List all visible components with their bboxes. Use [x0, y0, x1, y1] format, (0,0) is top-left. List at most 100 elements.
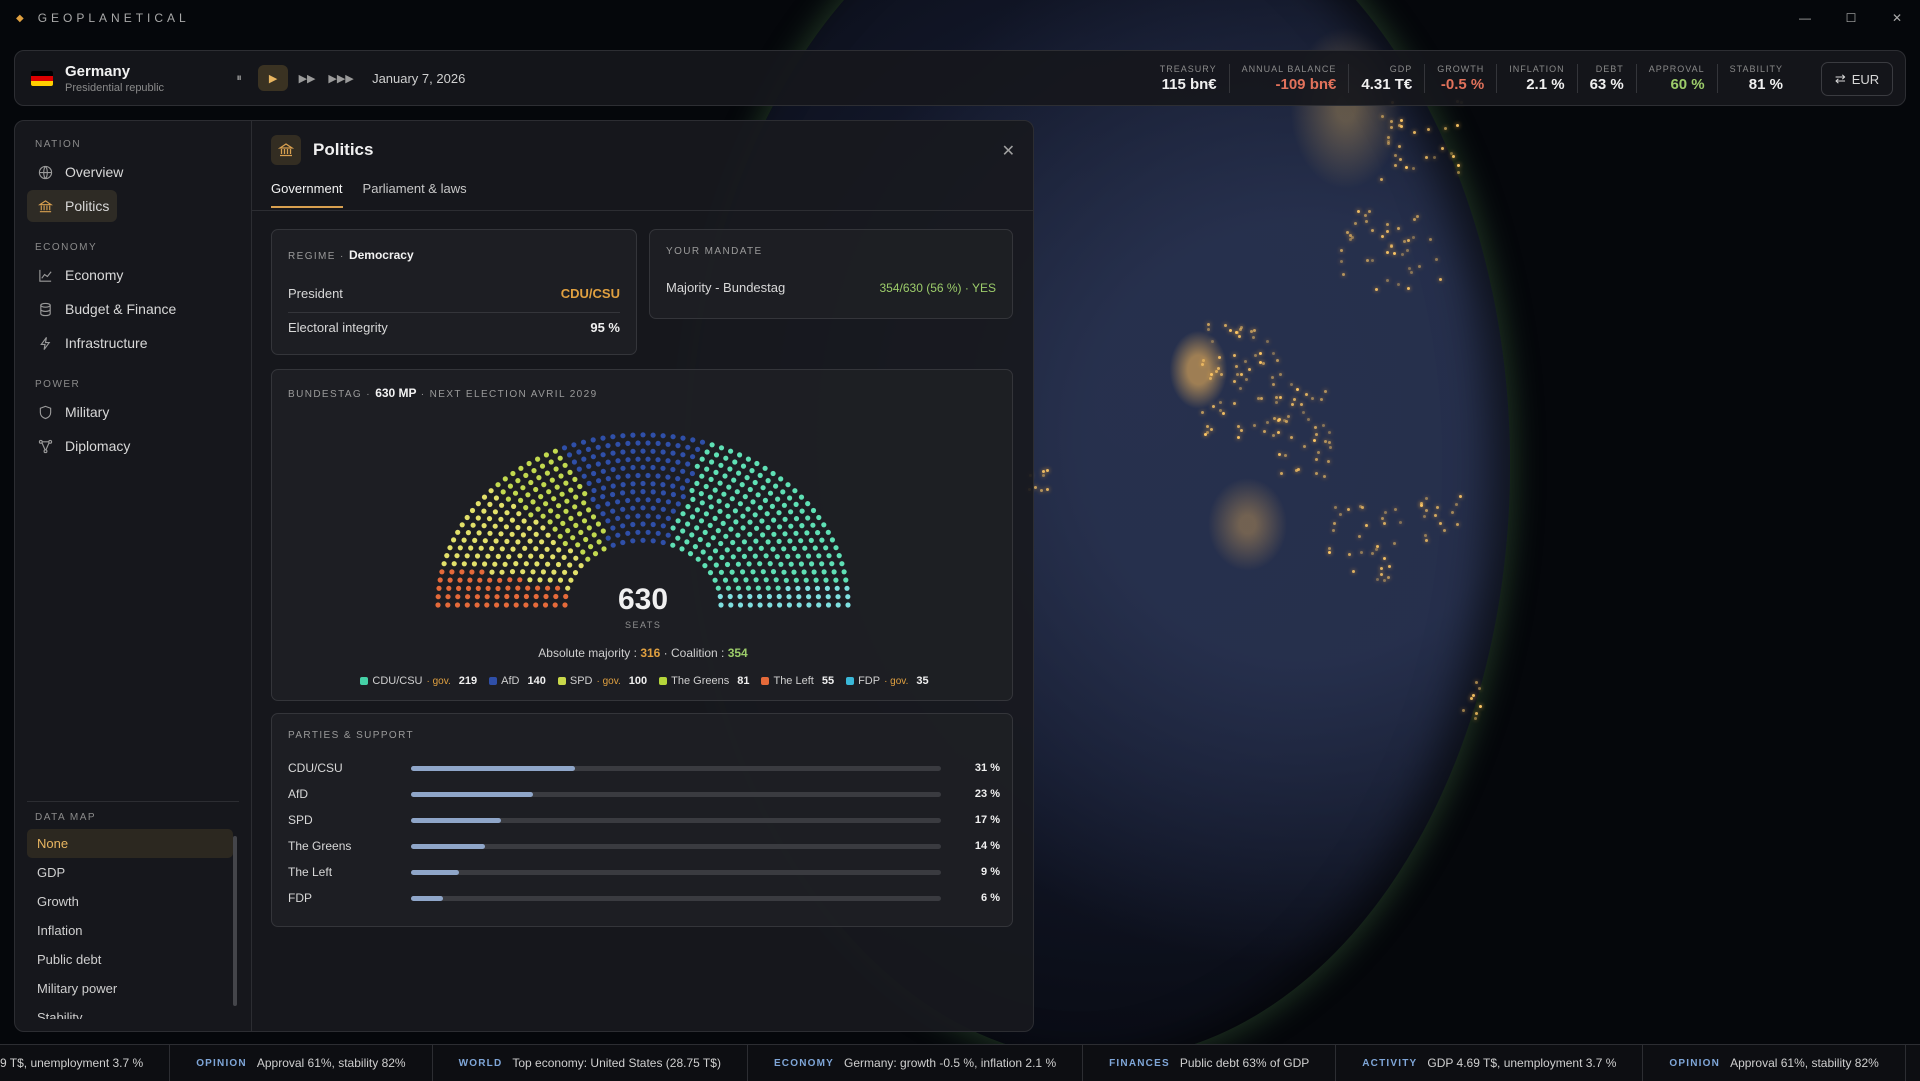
fastest-forward-button[interactable]: ▶▶▶: [326, 65, 356, 91]
mandate-card: YOUR MANDATE Majority - Bundestag 354/63…: [649, 229, 1013, 319]
seat-the-greens: [570, 535, 576, 541]
seat-the-greens: [556, 503, 562, 509]
datamap-scrollbar[interactable]: [233, 836, 237, 1006]
seat-the-greens: [507, 483, 513, 489]
seat-cdu-csu: [802, 545, 808, 551]
seat-afd: [591, 487, 597, 494]
seat-the-greens: [515, 478, 521, 484]
seat-cdu-csu: [692, 544, 698, 550]
seat-afd: [670, 434, 676, 440]
seat-cdu-csu: [718, 569, 724, 575]
seat-the-greens: [549, 477, 555, 483]
ticker-item: OPINION Approval 61%, stability 82%: [1643, 1045, 1906, 1081]
seat-afd: [645, 456, 651, 462]
country-name: Germany: [65, 62, 131, 80]
seat-spd: [499, 546, 505, 552]
seat-cdu-csu: [778, 561, 784, 567]
seat-cdu-csu: [767, 490, 774, 496]
seat-cdu-csu: [771, 517, 777, 523]
fast-forward-button[interactable]: ▶▶: [292, 65, 322, 91]
close-panel-icon[interactable]: ✕: [1002, 141, 1015, 161]
seat-the-left: [552, 602, 558, 608]
support-party-name: The Greens: [288, 839, 352, 853]
news-ticker: 9 T$, unemployment 3.7 % OPINION Approval …: [0, 1044, 1920, 1081]
seat-afd: [695, 446, 701, 452]
datamap-item-growth[interactable]: Growth: [27, 887, 233, 916]
close-window-icon[interactable]: ✕: [1874, 0, 1920, 36]
legend-seat-count: 219: [458, 675, 478, 687]
seat-the-greens: [563, 480, 569, 486]
seat-the-greens: [500, 489, 506, 495]
tab-bar: Government Parliament & laws: [271, 181, 467, 208]
seat-cdu-csu: [816, 553, 822, 559]
stat-label: APPROVAL: [1648, 63, 1705, 74]
sidebar-item-label: Politics: [65, 198, 110, 214]
shield-icon: [37, 404, 53, 420]
sidebar-item-diplomacy[interactable]: Diplomacy: [27, 430, 227, 462]
seat-cdu-csu: [781, 546, 787, 552]
datamap-item-public-debt[interactable]: Public debt: [27, 945, 233, 974]
seat-afd: [680, 494, 686, 500]
regime-card: REGIME · Democracy President CDU/CSU Ele…: [271, 229, 637, 355]
seat-afd: [635, 497, 641, 503]
datamap-item-military-power[interactable]: Military power: [27, 974, 233, 1003]
seat-the-left: [467, 577, 473, 583]
sidebar-item-politics[interactable]: Politics: [27, 190, 117, 222]
seat-the-greens: [558, 473, 564, 479]
seat-the-greens: [568, 487, 574, 493]
sidebar-item-label: Budget & Finance: [65, 301, 177, 317]
seat-afd: [605, 501, 611, 507]
tab-government[interactable]: Government: [271, 181, 343, 208]
main-panel: NATION Overview Politics ECONOMY Economy Budg…: [14, 120, 1034, 1032]
seat-the-greens: [586, 507, 592, 513]
seat-cdu-csu: [707, 570, 714, 576]
support-bar-track: [411, 843, 941, 849]
seat-cdu-csu: [757, 472, 763, 478]
seat-the-greens: [525, 492, 531, 498]
legend-gov-badge: · gov.: [426, 675, 451, 687]
seat-cdu-csu: [704, 466, 710, 472]
support-bar-fill: [411, 817, 502, 823]
minimize-icon[interactable]: —: [1782, 0, 1828, 36]
currency-button[interactable]: ⇄ EUR: [1821, 62, 1893, 96]
stat-stability: STABILITY 81 %: [1718, 64, 1795, 93]
panel-title: Politics: [313, 140, 374, 159]
politics-content: Politics ✕ Government Parliament & laws R…: [251, 121, 1033, 1031]
seat-cdu-csu: [758, 545, 764, 551]
seat-cdu-csu: [704, 449, 710, 455]
datamap-item-none[interactable]: None: [27, 829, 233, 858]
play-button[interactable]: ▶: [258, 65, 289, 91]
seat-cdu-csu: [740, 513, 746, 519]
sidebar-item-budget-finance[interactable]: Budget & Finance: [27, 293, 227, 325]
seat-spd: [492, 509, 498, 515]
seat-afd: [660, 433, 666, 439]
sidebar-item-economy[interactable]: Economy: [27, 259, 227, 291]
sidebar-item-label: Overview: [65, 164, 124, 180]
sidebar-item-infrastructure[interactable]: Infrastructure: [27, 327, 227, 359]
maximize-icon[interactable]: ☐: [1828, 0, 1874, 36]
ticker-tag: OPINION: [196, 1057, 247, 1069]
seat-cdu-csu: [809, 561, 815, 567]
seat-fdp: [717, 593, 723, 600]
stat-label: ANNUAL BALANCE: [1241, 63, 1337, 74]
datamap-item-inflation[interactable]: Inflation: [27, 916, 233, 945]
sidebar-item-military[interactable]: Military: [27, 396, 227, 428]
tab-parliament-laws[interactable]: Parliament & laws: [363, 181, 467, 208]
party-legend: CDU/CSU · gov. 219 AfD 140 SPD · gov. 100 The Gr…: [272, 675, 1017, 687]
seat-cdu-csu: [687, 551, 694, 557]
integrity-value: 95 %: [590, 320, 620, 335]
sidebar-item-overview[interactable]: Overview: [27, 156, 227, 188]
seat-cdu-csu: [787, 495, 793, 501]
seat-the-left: [542, 602, 549, 608]
country-info[interactable]: Germany Presidential republic: [65, 63, 164, 94]
seat-spd: [533, 531, 539, 537]
seat-spd: [539, 553, 545, 559]
datamap-item-stability[interactable]: Stability: [27, 1003, 233, 1019]
ticker-text: GDP 4.69 T$, unemployment 3.7 %: [1427, 1056, 1617, 1070]
pause-button[interactable]: ⏸: [224, 65, 254, 91]
datamap-item-gdp[interactable]: GDP: [27, 858, 233, 887]
seat-spd: [540, 525, 546, 531]
swap-icon: ⇄: [1834, 71, 1846, 86]
seat-cdu-csu: [747, 486, 753, 493]
seat-spd: [509, 517, 515, 523]
